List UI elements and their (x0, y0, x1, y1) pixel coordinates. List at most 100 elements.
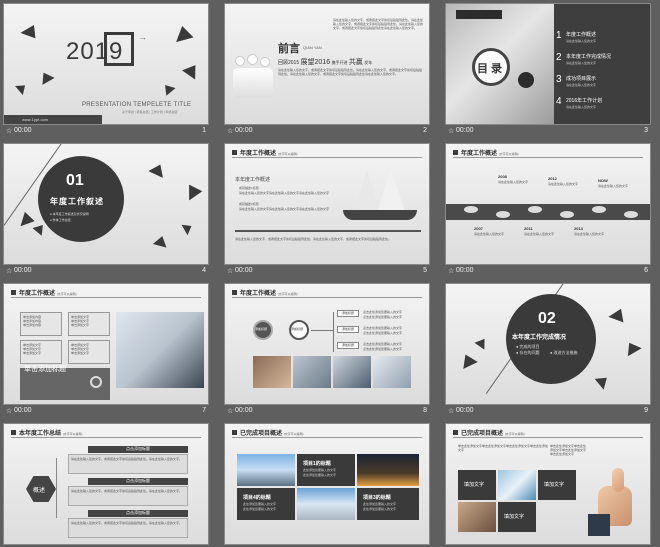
sailing-ship-image (333, 166, 423, 228)
header-square-icon (453, 150, 458, 155)
timeline-year: 2012 (548, 176, 557, 181)
thumbs-up-photo (588, 464, 646, 536)
circle-label: 添加标题 (255, 327, 268, 331)
subtitle-links: 关于年终 | 项目总结 | 工作计划 | 年终总结 (122, 110, 178, 114)
clock-icon: ☆ (227, 128, 234, 135)
slide-thumbnail-11[interactable]: 已完成项目概述 (文字可以编辑) 项目1的标题 此处添加您要输入的文字 此处添加… (224, 423, 430, 547)
timeline-desc: 请在此处输入您的文字 (474, 232, 505, 236)
slide-thumbnail-7[interactable]: 年度工作概述 (文字可以编辑) 单击添加内容 单击添加内容 单击添加内容 单击添… (3, 283, 209, 417)
footprint-icon (560, 211, 574, 218)
toc-item[interactable]: 2 本年度工作完成情况 请在此处输入您的文字 (556, 52, 650, 74)
triangle-shape (172, 23, 194, 43)
photo-tile (253, 356, 291, 388)
photo-tile (333, 356, 371, 388)
timeline-desc: 请在此处输入您的文字 (548, 182, 579, 186)
slide-thumbnail-4[interactable]: 01 年度工作叙述 ● 本年度工作叙述及状况说明 ● 整体工作总结 ☆ 00:0… (3, 143, 209, 277)
desc-box: 请在此处输入您的文字，或者把此文字剪切后粘贴到此处。请在此处输入您的文字。 (68, 454, 188, 474)
clock-icon: ☆ (448, 268, 455, 275)
triangle-shape (474, 335, 490, 350)
slide-thumbnail-3[interactable]: 目 录 1 年度工作概述 请在此处输入您的文字 2 本年度工作完成情况 请在此处… (445, 3, 651, 137)
slide-meta: ☆ 00:00 9 (445, 406, 651, 417)
connector-line (311, 330, 333, 331)
title-bar[interactable]: 点击添加标题 (88, 510, 188, 517)
project-tile[interactable]: 项目3的标题 此处添加您要输入的文字 此处添加您要输入的文字 (357, 488, 419, 520)
preface-line: 回顾2015 展望2016 携手开进 共赢 发年 (278, 59, 373, 66)
triangle-shape (148, 161, 168, 178)
footprint-icon (528, 206, 542, 213)
header-square-icon (11, 290, 16, 295)
city-photo (237, 454, 295, 486)
slide-canvas: 年度工作概述 (文字可以编辑) 单击添加内容 单击添加内容 单击添加内容 单击添… (3, 283, 209, 405)
slide-thumbnail-6[interactable]: 年度工作概述 (文字可以编辑) 2008 2012 NOW 请在此处输入您的文字… (445, 143, 651, 277)
slide-canvas: 已完成项目概述 (文字可以编辑) 单击此处添加文字单击此处添加文字单击此处添加文… (445, 423, 651, 545)
panel-title: 单击添加标题 (24, 366, 66, 373)
timeline-year: 2007 (474, 226, 483, 231)
title-bar[interactable]: 点击添加标题 (88, 446, 188, 453)
slide-duration: 00:00 (456, 267, 474, 274)
tag-text: 点击此处添加您要输入的文字 (363, 342, 403, 346)
slide-meta: ☆ 00:00 4 (3, 266, 209, 277)
triangle-shape (181, 180, 203, 201)
toc-list: 1 年度工作概述 请在此处输入您的文字 2 本年度工作完成情况 请在此处输入您的… (556, 30, 650, 118)
tag-text: 点击此处添加您要输入的文字 (363, 331, 403, 335)
slide-thumbnail-10[interactable]: 本年度工作总结 (文字可以编辑) 概述 点击添加标题 请在此处输入您的文字，或者… (3, 423, 209, 547)
desc-box: 请在此处输入您的文字，或者把此文字剪切后粘贴到此处。请在此处输入您的文字。 (68, 486, 188, 506)
slide-thumbnail-8[interactable]: 年度工作概述 (文字可以编辑) 添加标题 添加标题 添加标题 添加标题 添加标题… (224, 283, 430, 417)
title-bar[interactable]: 点击添加标题 (88, 478, 188, 485)
tag-label[interactable]: 添加标题 (337, 326, 359, 333)
circle-label: 添加标题 (291, 327, 304, 331)
content-box[interactable]: 单击添加文字 单击添加文字 单击添加文字 (68, 312, 110, 336)
photo-tile (373, 356, 411, 388)
content-box[interactable]: 单击添加内容 单击添加内容 单击添加内容 (20, 312, 62, 336)
sub-heading: 本年度工作概述 (235, 177, 271, 183)
toc-item[interactable]: 3 成功项目展示 请在此处输入您的文字 (556, 74, 650, 96)
preface-heading: 前言 (278, 43, 300, 55)
section-bullet: ● 本年度工作叙述及状况说明 (50, 212, 89, 216)
photo-strip (253, 356, 411, 388)
section-title: 年度工作叙述 (50, 197, 104, 206)
fill-box[interactable]: 填加文字 (538, 470, 576, 500)
slide-header: 年度工作概述 (文字可以编辑) (19, 291, 77, 297)
tag-text: 点击此处添加您要输入的文字 (363, 315, 403, 319)
preface-body: 请在此处输入您的文字，或者把此文字剪切后粘贴到此处。请在此处输入您的文字，或者把… (333, 18, 424, 30)
footprint-icon (464, 206, 478, 213)
toc-title: 目 录 (477, 63, 503, 75)
arrow-icon: → (138, 32, 147, 42)
slide-thumbnail-5[interactable]: 年度工作概述 (文字可以编辑) 本年度工作概述 成就描述1标题 请在此处输入您的… (224, 143, 430, 277)
divider-bar (235, 230, 421, 232)
timeline-desc: 请在此处输入您的文字 (498, 180, 529, 184)
timeline-year: 2011 (524, 226, 533, 231)
toc-item[interactable]: 1 年度工作概述 请在此处输入您的文字 (556, 30, 650, 52)
triangle-shape (16, 209, 35, 227)
slide-meta: ☆ 00:00 1 (3, 126, 209, 137)
slide-header: 年度工作概述 (文字可以编辑) (240, 291, 298, 297)
fill-box[interactable]: 填加文字 (498, 502, 536, 532)
tag-label[interactable]: 添加标题 (337, 310, 359, 317)
project-tile[interactable]: 项目4的标题 此处添加您要输入的文字 此处添加您要输入的文字 (237, 488, 295, 520)
fill-box[interactable]: 填加文字 (458, 470, 496, 500)
tag-label[interactable]: 添加标题 (337, 342, 359, 349)
toc-item[interactable]: 4 2016年工作计划 请在此处输入您的文字 (556, 96, 650, 118)
slide-thumbnail-9[interactable]: 02 本年度工作完成情况 ● 完成的项目 ● 存在的问题 ● 改进方法措施 ☆ … (445, 283, 651, 417)
triangle-shape (20, 21, 40, 39)
slide-thumbnail-1[interactable]: 2019 → PRESENTATION TEMPELETE TITLE 关于年终… (3, 3, 209, 137)
slide-thumbnail-12[interactable]: 已完成项目概述 (文字可以编辑) 单击此处添加文字单击此处添加文字单击此处添加文… (445, 423, 651, 547)
preface-body-2: 请在此处输入您的文字，或者把此文字剪切后粘贴到此处。请在此处输入您的文字，或者把… (278, 68, 423, 76)
timeline-desc: 请在此处输入您的文字 (598, 184, 629, 188)
toc-badge (456, 10, 502, 19)
slide-duration: 00:00 (235, 267, 253, 274)
project-tile[interactable]: 项目1的标题 此处添加您要输入的文字 此处添加您要输入的文字 (297, 454, 355, 486)
content-box[interactable]: 单击添加文字 单击添加文字 单击添加文字 (20, 340, 62, 364)
clock-icon: ☆ (6, 128, 13, 135)
content-box[interactable]: 单击添加文字 单击添加文字 单击添加文字 (68, 340, 110, 364)
slide-thumbnail-2[interactable]: 前言 QIAN YAN 回顾2015 展望2016 携手开进 共赢 发年 请在此… (224, 3, 430, 137)
branch-line (56, 458, 57, 518)
clock-icon: ☆ (6, 268, 13, 275)
slide-canvas: 年度工作概述 (文字可以编辑) 2008 2012 NOW 请在此处输入您的文字… (445, 143, 651, 265)
presentation-title: PRESENTATION TEMPELETE TITLE (82, 102, 192, 108)
slide-canvas: 01 年度工作叙述 ● 本年度工作叙述及状况说明 ● 整体工作总结 (3, 143, 209, 265)
slide-meta: ☆ 00:00 2 (224, 126, 430, 137)
triangle-shape (594, 372, 612, 390)
slide-meta: ☆ 00:00 8 (224, 406, 430, 417)
slide-duration: 00:00 (14, 407, 32, 414)
